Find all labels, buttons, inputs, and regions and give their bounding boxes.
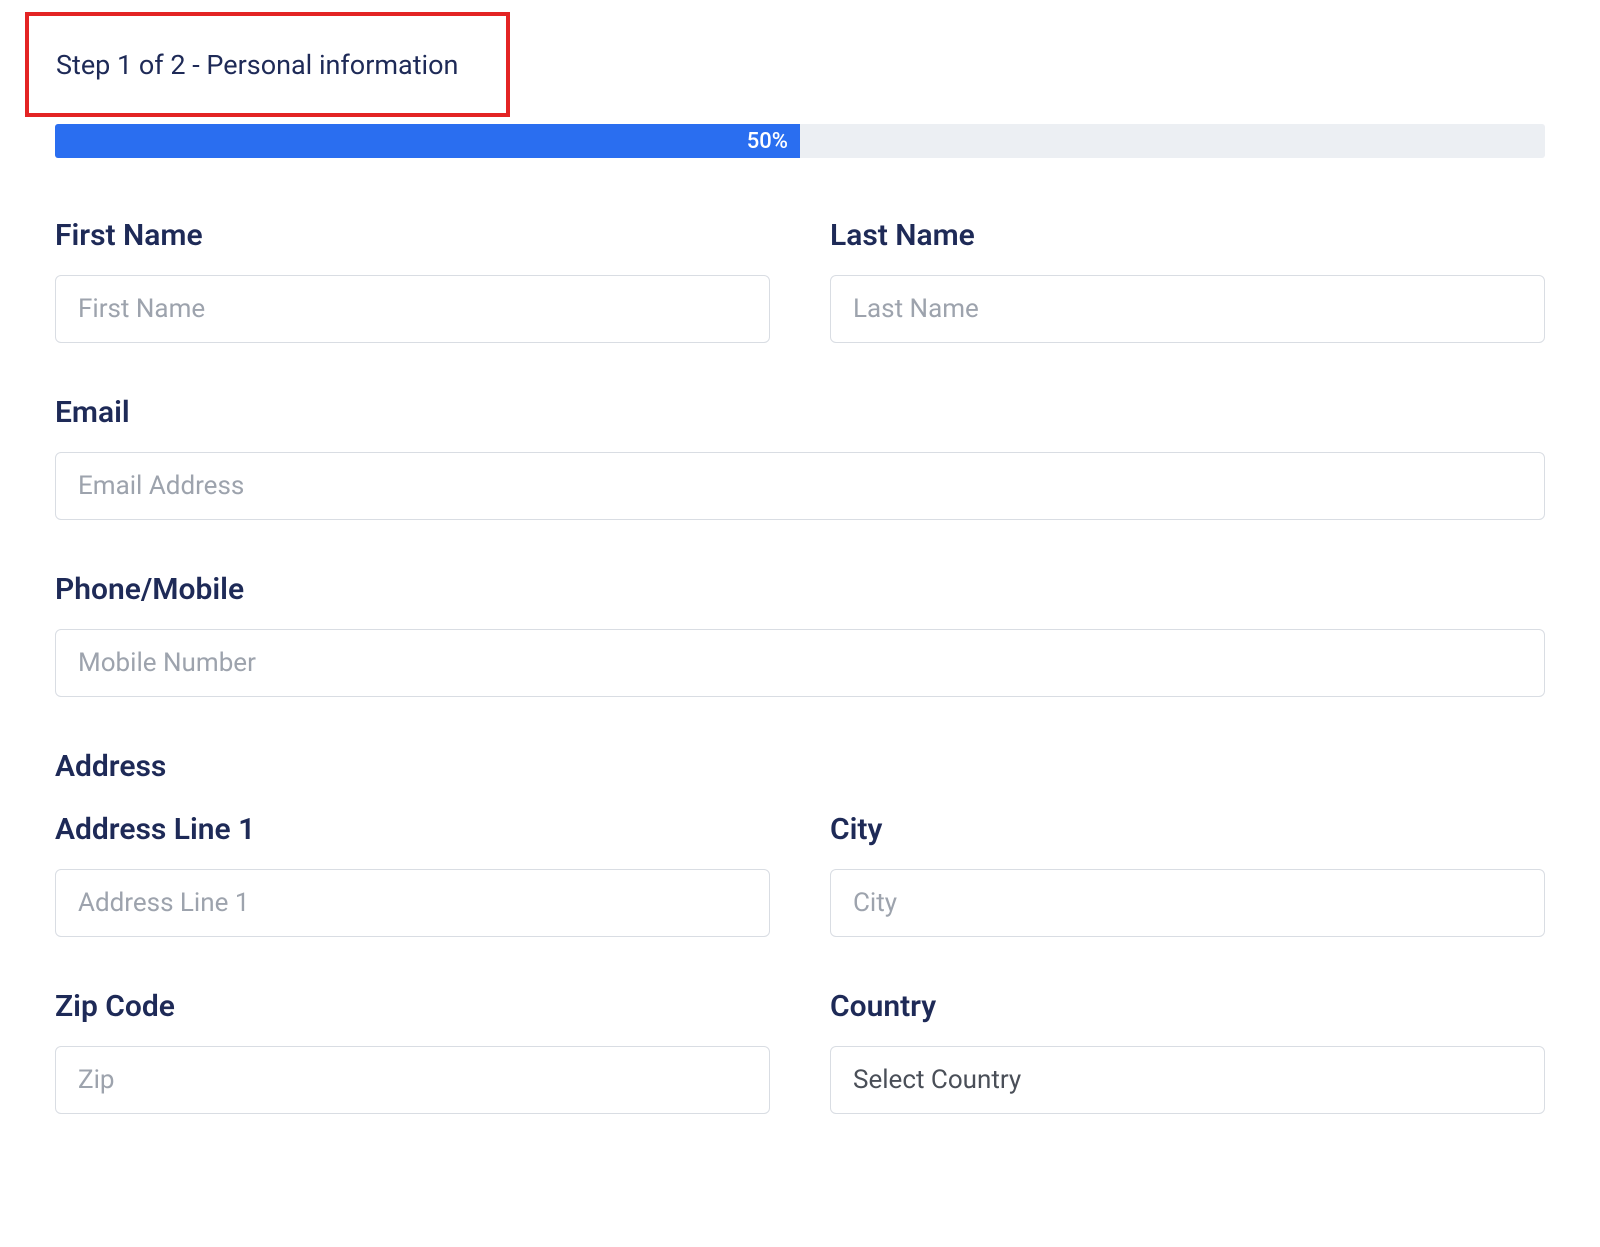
progress-bar-track: 50% xyxy=(55,124,1545,158)
city-input[interactable] xyxy=(830,869,1545,937)
city-group: City xyxy=(830,812,1545,937)
email-label: Email xyxy=(55,395,1545,430)
form-container: 50% First Name Last Name Email Phone/Mob… xyxy=(0,124,1600,1114)
step-header-highlight: Step 1 of 2 - Personal information xyxy=(25,12,510,117)
address-line-1-group: Address Line 1 xyxy=(55,812,770,937)
first-name-input[interactable] xyxy=(55,275,770,343)
zip-code-group: Zip Code xyxy=(55,989,770,1114)
country-group: Country Select Country xyxy=(830,989,1545,1114)
zip-code-input[interactable] xyxy=(55,1046,770,1114)
address-line-1-input[interactable] xyxy=(55,869,770,937)
progress-bar-fill: 50% xyxy=(55,124,800,158)
last-name-input[interactable] xyxy=(830,275,1545,343)
country-label: Country xyxy=(830,989,1545,1024)
address-section-label: Address xyxy=(55,749,1545,784)
step-header: Step 1 of 2 - Personal information xyxy=(56,49,458,81)
zip-code-label: Zip Code xyxy=(55,989,770,1024)
phone-label: Phone/Mobile xyxy=(55,572,1545,607)
address-line-1-label: Address Line 1 xyxy=(55,812,770,847)
first-name-group: First Name xyxy=(55,218,770,343)
progress-percent-label: 50% xyxy=(747,129,788,154)
last-name-label: Last Name xyxy=(830,218,1545,253)
email-group: Email xyxy=(55,395,1545,520)
country-select-value: Select Country xyxy=(853,1065,1021,1095)
last-name-group: Last Name xyxy=(830,218,1545,343)
country-select[interactable]: Select Country xyxy=(830,1046,1545,1114)
phone-group: Phone/Mobile xyxy=(55,572,1545,697)
email-input[interactable] xyxy=(55,452,1545,520)
phone-input[interactable] xyxy=(55,629,1545,697)
first-name-label: First Name xyxy=(55,218,770,253)
city-label: City xyxy=(830,812,1545,847)
